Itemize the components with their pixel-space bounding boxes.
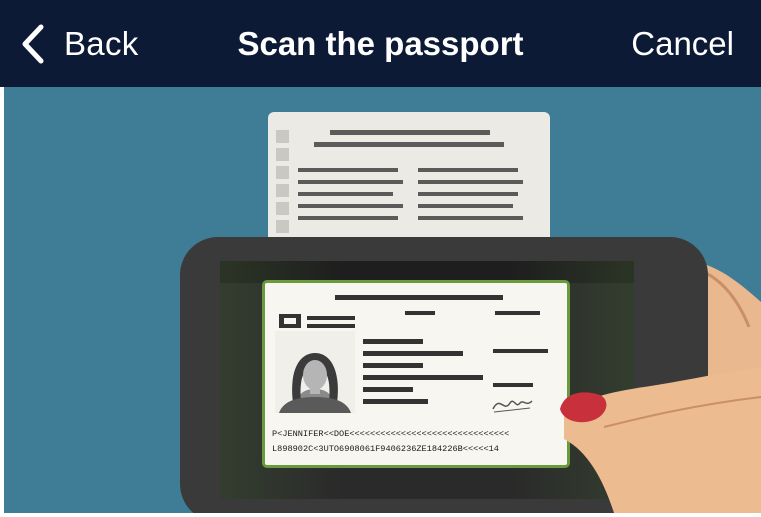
thumb-illustration — [560, 367, 761, 513]
cancel-button[interactable]: Cancel — [631, 22, 734, 66]
back-button[interactable]: Back — [20, 22, 139, 66]
back-label: Back — [64, 25, 139, 62]
scan-passport-screen: Back Scan the passport Cancel P<JENNIFER… — [0, 0, 761, 517]
chevron-left-icon — [22, 24, 44, 64]
passport-scan-illustration: P<JENNIFER<<DOE<<<<<<<<<<<<<<<<<<<<<<<<<… — [4, 87, 761, 513]
navigation-bar: Back Scan the passport Cancel — [0, 0, 761, 87]
